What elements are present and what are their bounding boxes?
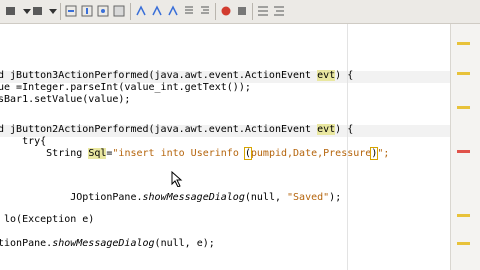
code-token: showMessageDialog — [52, 238, 155, 249]
comment-icon[interactable] — [256, 4, 270, 18]
code-token: ue =Integer.parseInt(value_int.getText()… — [0, 82, 251, 93]
code-token: ); — [329, 192, 342, 203]
toolbar-separator — [130, 3, 131, 20]
code-line[interactable]: lo(Exception e) — [0, 214, 94, 226]
nav-dropdown-icon[interactable] — [46, 4, 60, 18]
nav-back-icon[interactable] — [4, 4, 18, 18]
toggle-rectangular-icon[interactable] — [134, 4, 148, 18]
code-line[interactable]: String Sql="insert into Userinfo (pumpid… — [0, 147, 390, 160]
shift-left-icon[interactable] — [150, 4, 164, 18]
toolbar-separator — [215, 3, 216, 20]
warning-marker[interactable] — [457, 42, 470, 45]
shift-right-icon[interactable] — [166, 4, 180, 18]
code-token: lo(Exception e) — [0, 214, 95, 225]
error-stripe[interactable] — [450, 24, 480, 270]
code-token: Sql — [88, 148, 107, 159]
code-token: "Saved" — [287, 192, 330, 203]
warning-marker[interactable] — [457, 106, 470, 109]
unindent-icon[interactable] — [198, 4, 212, 18]
toolbar-separator — [60, 3, 61, 20]
code-token: tionPane. — [0, 238, 53, 249]
warning-marker[interactable] — [457, 242, 470, 245]
prev-occurrence-icon[interactable] — [64, 4, 78, 18]
warning-marker[interactable] — [457, 72, 470, 75]
code-token: try{ — [0, 136, 47, 147]
indent-icon[interactable] — [182, 4, 196, 18]
code-token: evt — [317, 70, 336, 81]
uncomment-icon[interactable] — [272, 4, 286, 18]
code-line[interactable]: d jButton2ActionPerformed(java.awt.event… — [0, 124, 353, 136]
code-token: String — [0, 148, 89, 159]
stop-macro-icon[interactable] — [235, 4, 249, 18]
code-token: d jButton3ActionPerformed(java.awt.event… — [0, 70, 318, 81]
toggle-highlight-icon[interactable] — [112, 4, 126, 18]
code-line[interactable]: tionPane.showMessageDialog(null, e); — [0, 238, 215, 250]
code-line[interactable]: try{ — [0, 136, 46, 148]
mouse-cursor-icon — [171, 171, 183, 187]
code-token: ) { — [335, 124, 354, 135]
code-line[interactable]: d jButton3ActionPerformed(java.awt.event… — [0, 70, 353, 82]
code-line[interactable]: JOptionPane.showMessageDialog(null, "Sav… — [0, 192, 341, 204]
code-token: d jButton2ActionPerformed(java.awt.event… — [0, 124, 318, 135]
warning-marker[interactable] — [457, 214, 470, 217]
code-token: JOptionPane. — [0, 192, 143, 203]
code-token: (null, e); — [154, 238, 215, 249]
editor-toolbar — [0, 0, 480, 24]
code-line[interactable]: sBar1.setValue(value); — [0, 94, 130, 106]
code-token: "; — [377, 148, 390, 159]
next-occurrence-icon[interactable] — [80, 4, 94, 18]
code-line[interactable]: ue =Integer.parseInt(value_int.getText()… — [0, 82, 251, 94]
start-macro-icon[interactable] — [219, 4, 233, 18]
code-token: "insert into Userinfo — [112, 148, 245, 159]
code-token: sBar1.setValue(value); — [0, 94, 131, 105]
nav-forward-icon[interactable] — [31, 4, 45, 18]
code-token: ) { — [335, 70, 354, 81]
error-marker[interactable] — [457, 150, 470, 153]
code-token: evt — [317, 124, 336, 135]
code-token: showMessageDialog — [142, 192, 245, 203]
find-selection-icon[interactable] — [96, 4, 110, 18]
code-editor[interactable]: d jButton3ActionPerformed(java.awt.event… — [0, 24, 450, 270]
toolbar-separator — [252, 3, 253, 20]
code-token: pumpid,Date,Pressure — [250, 148, 372, 159]
right-margin-line — [347, 24, 348, 270]
code-token: (null, — [244, 192, 288, 203]
